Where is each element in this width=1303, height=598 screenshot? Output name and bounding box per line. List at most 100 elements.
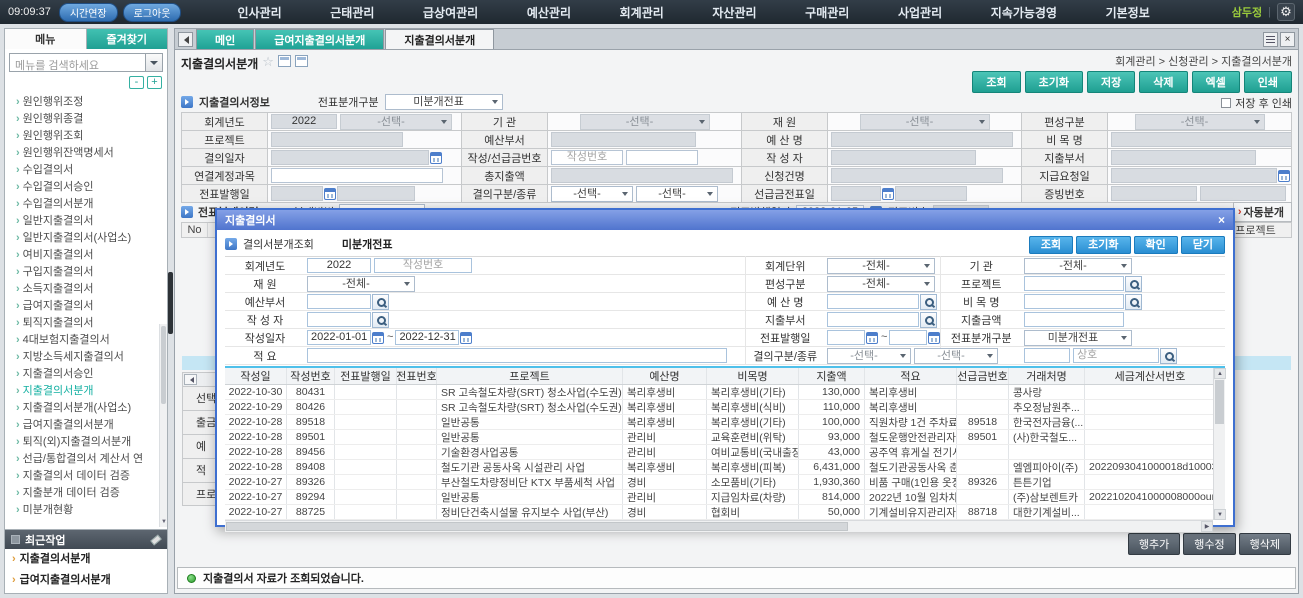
budget-type-select[interactable]: -선택- <box>1135 114 1265 130</box>
top-menu-item[interactable]: 예산관리 <box>521 4 577 21</box>
menu-tree-item[interactable]: ›지출결의서승인 <box>16 366 167 383</box>
menu-tree-item[interactable]: ›일반지출결의서(사업소) <box>16 230 167 247</box>
document-tab[interactable]: 급여지출결의서분개 <box>255 29 384 49</box>
search-icon[interactable] <box>1125 276 1142 292</box>
menu-tree-item[interactable]: ›지출결의서 데이터 검증 <box>16 468 167 485</box>
modal-action-button[interactable]: 조회 <box>1029 236 1073 254</box>
search-icon[interactable] <box>372 294 389 310</box>
recent-work-item[interactable]: ›급여지출결의서분개 <box>5 570 167 591</box>
modal-decision-kind-select[interactable]: -선택- <box>827 348 911 364</box>
modal-doc-no-input[interactable]: 작성번호 <box>374 258 472 273</box>
modal-budget-type-select[interactable]: -전체- <box>827 276 935 292</box>
table-row[interactable]: 2022-10-27 89326 부산철도차량정비단 KTX 부품세척 사업 경… <box>225 475 1213 490</box>
menu-tree-item[interactable]: ›급여지출결의서 <box>16 298 167 315</box>
menu-tree-item[interactable]: ›원인행위조정 <box>16 94 167 111</box>
print-after-save-checkbox[interactable] <box>1221 98 1231 108</box>
advance-voucher-no-input[interactable] <box>895 186 967 201</box>
eraser-icon[interactable] <box>150 534 162 545</box>
top-menu-item[interactable]: 급상여관리 <box>417 4 484 21</box>
menu-tree-item[interactable]: ›미분개현황 <box>16 502 167 519</box>
table-row[interactable]: 2022-10-27 89294 일반공통 관리비 지급임차료(차량) 814,… <box>225 490 1213 505</box>
decision-date-input[interactable] <box>271 150 429 165</box>
top-menu-item[interactable]: 지속가능경영 <box>985 4 1063 21</box>
evidence-no-input[interactable] <box>1111 186 1197 201</box>
budget-dept-input[interactable] <box>551 132 696 147</box>
modal-voucher-split-select[interactable]: 미분개전표 <box>1024 330 1132 346</box>
modal-budget-dept-input[interactable] <box>307 294 371 309</box>
scroll-down-icon[interactable]: ▼ <box>160 518 168 527</box>
table-row[interactable]: 2022-10-28 89501 일반공통 관리비 교육훈련비(위탁) 93,0… <box>225 430 1213 445</box>
top-menu-item[interactable]: 구매관리 <box>799 4 855 21</box>
pay-request-date-input[interactable] <box>1111 168 1277 183</box>
menu-tree-item[interactable]: ›일반지출결의서 <box>16 213 167 230</box>
menu-search-input[interactable]: 메뉴를 검색하세요 <box>9 53 163 72</box>
calendar-icon[interactable] <box>372 332 384 344</box>
search-icon[interactable] <box>1125 294 1142 310</box>
menu-tree-item[interactable]: ›수입결의서 <box>16 162 167 179</box>
calendar-icon[interactable] <box>1278 170 1290 182</box>
item-name-input[interactable] <box>1111 132 1292 147</box>
menu-tree-item[interactable]: ›원인행위종결 <box>16 111 167 128</box>
refresh-window-icon[interactable] <box>278 55 291 67</box>
calendar-icon[interactable] <box>430 152 442 164</box>
collapse-all-button[interactable]: - <box>129 76 144 89</box>
modal-spend-amount-input[interactable] <box>1024 312 1124 327</box>
search-icon[interactable] <box>920 294 937 310</box>
fiscal-select[interactable]: -선택- <box>340 114 452 130</box>
tree-scrollbar[interactable]: ▼ <box>159 324 167 527</box>
document-tab[interactable]: 지출결의서분개 <box>385 29 494 49</box>
tab-close-icon[interactable]: × <box>1280 32 1295 47</box>
modal-vendor-name-input[interactable]: 상호 <box>1073 348 1159 363</box>
calendar-icon[interactable] <box>882 188 894 200</box>
modal-vendor-code-input[interactable] <box>1024 348 1070 363</box>
action-button[interactable]: 저장 <box>1087 71 1135 93</box>
calendar-icon[interactable] <box>324 188 336 200</box>
gear-icon[interactable]: ⚙ <box>1277 3 1295 21</box>
fund-select[interactable]: -선택- <box>860 114 990 130</box>
search-icon[interactable] <box>920 312 937 328</box>
decision-type-select[interactable]: -선택- <box>636 186 718 202</box>
modal-decision-type-select[interactable]: -선택- <box>914 348 998 364</box>
calendar-icon[interactable] <box>460 332 472 344</box>
menu-tree-item[interactable]: ›지출결의서분개(사업소) <box>16 400 167 417</box>
top-menu-item[interactable]: 회계관리 <box>614 4 670 21</box>
close-icon[interactable]: × <box>1218 214 1225 226</box>
modal-action-button[interactable]: 확인 <box>1134 236 1178 254</box>
modal-org-select[interactable]: -전체- <box>1024 258 1132 274</box>
table-row[interactable]: 2022-10-29 80426 SR 고속철도차량(SRT) 청소사업(수도권… <box>225 400 1213 415</box>
table-row[interactable]: 2022-10-28 89456 기술환경사업공통 관리비 여비교통비(국내출장… <box>225 445 1213 460</box>
top-menu-item[interactable]: 사업관리 <box>892 4 948 21</box>
split-type-select[interactable]: 미분개전표 <box>385 94 503 110</box>
modal-writer-input[interactable] <box>307 312 371 327</box>
modal-title-bar[interactable]: 지출결의서 × <box>217 210 1233 230</box>
menu-tree-item[interactable]: ›수입결의서분개 <box>16 196 167 213</box>
tab-scroll-left-icon[interactable] <box>178 32 193 47</box>
calendar-icon[interactable] <box>928 332 940 344</box>
logout-button[interactable]: 로그아웃 <box>123 3 182 22</box>
menu-tree-item[interactable]: ›4대보험지출결의서 <box>16 332 167 349</box>
voucher-no-input[interactable] <box>337 186 415 201</box>
spend-dept-input[interactable] <box>1111 150 1256 165</box>
menu-tree-item[interactable]: ›퇴직(외)지출결의서분개 <box>16 434 167 451</box>
menu-tree-item[interactable]: ›원인행위조회 <box>16 128 167 145</box>
modal-date-from-input[interactable]: 2022-01-01 <box>307 330 371 345</box>
extend-session-button[interactable]: 시간연장 <box>59 3 118 22</box>
chevron-down-icon[interactable] <box>145 54 162 71</box>
action-button[interactable]: 초기화 <box>1025 71 1083 93</box>
scroll-left-icon[interactable] <box>184 374 197 385</box>
sidebar-tab-favorites[interactable]: 즐겨찾기 <box>87 29 168 49</box>
menu-tree-item[interactable]: ›퇴직지출결의서 <box>16 315 167 332</box>
menu-tree-item[interactable]: ›지출결의서분개 <box>16 383 167 400</box>
scroll-right-icon[interactable]: ▶ <box>1201 521 1213 532</box>
tab-list-icon[interactable] <box>1263 32 1278 47</box>
row-action-button[interactable]: 행추가 <box>1128 533 1180 555</box>
menu-tree-item[interactable]: ›수입결의서승인 <box>16 179 167 196</box>
menu-tree-item[interactable]: ›구입지출결의서 <box>16 264 167 281</box>
evidence-no2-input[interactable] <box>1200 186 1286 201</box>
modal-action-button[interactable]: 닫기 <box>1181 236 1225 254</box>
new-window-icon[interactable] <box>295 55 308 67</box>
modal-project-input[interactable] <box>1024 276 1124 291</box>
horizontal-scrollbar[interactable]: ▶ <box>225 520 1213 532</box>
search-icon[interactable] <box>372 312 389 328</box>
modal-remark-input[interactable] <box>307 348 727 363</box>
